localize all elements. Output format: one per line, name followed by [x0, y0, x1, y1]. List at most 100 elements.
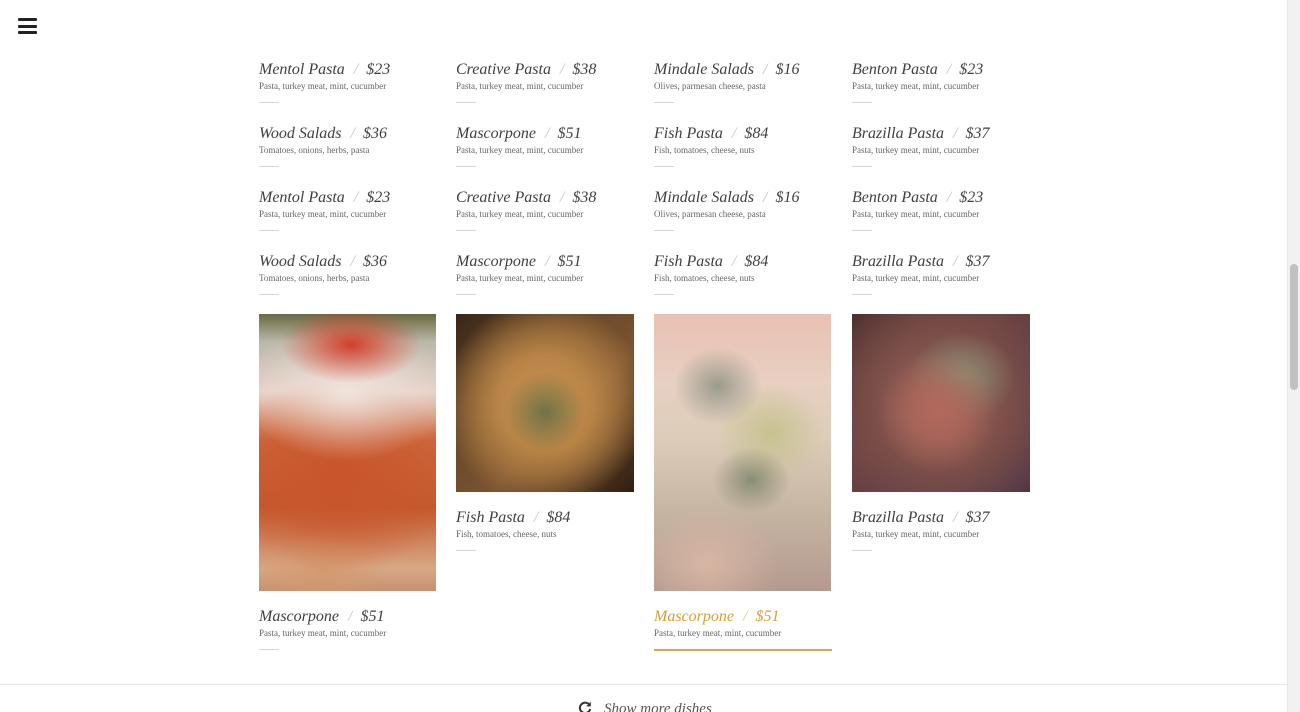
dish-photo[interactable] — [259, 314, 436, 591]
price-separator: / — [731, 253, 737, 270]
price-separator: / — [353, 189, 359, 206]
menu-item[interactable]: Benton Pasta / $23 Pasta, turkey meat, min… — [852, 61, 1030, 103]
scrollbar-thumb[interactable] — [1290, 264, 1298, 390]
menu-item[interactable]: Mindale Salads / $16 Olives, parmesan chee… — [654, 189, 832, 231]
dish-description: Pasta, turkey meat, mint, cucumber — [852, 529, 980, 539]
hamburger-menu-icon[interactable] — [18, 18, 37, 34]
dish-price: $23 — [959, 189, 984, 206]
dish-name: Brazilla Pasta — [852, 253, 945, 270]
dish-price: $38 — [572, 189, 597, 206]
dish-description: Olives, parmesan cheese, pasta — [654, 209, 766, 219]
price-separator: / — [763, 189, 768, 206]
scrollbar[interactable] — [1287, 0, 1300, 712]
price-separator: / — [946, 189, 952, 206]
menu-item[interactable]: Mindale Salads / $16 Olives, parmesan chee… — [654, 61, 832, 103]
price-separator: / — [347, 608, 353, 625]
menu-item[interactable]: Wood Salads / $36 Tomatoes, onions, herbs,… — [259, 125, 437, 167]
price-separator: / — [559, 61, 565, 78]
dish-name: Brazilla Pasta — [852, 509, 945, 526]
menu-item[interactable]: Brazilla Pasta / $37 Pasta, turkey meat, m… — [852, 253, 1030, 295]
dish-name: Creative Pasta — [456, 189, 551, 206]
menu-item[interactable]: Brazilla Pasta / $37 Pasta, turkey meat, m… — [852, 125, 1030, 167]
dish-description: Fish, tomatoes, cheese, nuts — [654, 145, 755, 155]
dish-description: Pasta, turkey meat, mint, cucumber — [852, 145, 980, 155]
dish-name: Mindale Salads — [654, 61, 754, 78]
menu-item[interactable]: Mentol Pasta / $23 Pasta, turkey meat, min… — [259, 61, 437, 103]
dish-price: $51 — [557, 125, 582, 142]
item-divider — [456, 166, 476, 167]
item-divider — [654, 230, 674, 231]
dish-price: $84 — [744, 125, 769, 142]
dish-name: Fish Pasta — [654, 125, 723, 142]
dish-price: $36 — [362, 125, 387, 142]
menu-item[interactable]: Fish Pasta / $84 Fish, tomatoes, cheese, n… — [456, 509, 634, 551]
dish-description: Pasta, turkey meat, mint, cucumber — [654, 628, 782, 638]
menu-item[interactable]: Mentol Pasta / $23 Pasta, turkey meat, min… — [259, 189, 437, 231]
dish-name: Mascorpone — [456, 125, 536, 142]
item-divider — [456, 550, 476, 551]
menu-item-active[interactable]: Mascorpone / $51 Pasta, turkey meat, mint,… — [654, 608, 832, 651]
dish-description: Fish, tomatoes, cheese, nuts — [456, 529, 557, 539]
dish-description: Pasta, turkey meat, mint, cucumber — [259, 209, 387, 219]
menu-item[interactable]: Mascorpone / $51 Pasta, turkey meat, mint,… — [259, 608, 437, 650]
price-separator: / — [742, 608, 748, 625]
dish-name: Wood Salads — [259, 253, 342, 270]
active-underline — [654, 649, 832, 651]
dish-price: $37 — [965, 125, 990, 142]
dish-name: Brazilla Pasta — [852, 125, 945, 142]
show-more-dishes-button[interactable]: Show more dishes — [578, 701, 712, 712]
dish-description: Pasta, turkey meat, mint, cucumber — [456, 273, 584, 283]
dish-price: $84 — [744, 253, 769, 270]
menu-item[interactable]: Benton Pasta / $23 Pasta, turkey meat, min… — [852, 189, 1030, 231]
item-divider — [852, 230, 872, 231]
menu-item[interactable]: Creative Pasta / $38 Pasta, turkey meat, m… — [456, 61, 634, 103]
dish-description: Tomatoes, onions, herbs, pasta — [259, 145, 370, 155]
dish-description: Pasta, turkey meat, mint, cucumber — [852, 273, 980, 283]
item-divider — [852, 294, 872, 295]
item-divider — [654, 294, 674, 295]
price-separator: / — [350, 125, 355, 142]
footer-divider — [0, 684, 1288, 685]
menu-item[interactable]: Creative Pasta / $38 Pasta, turkey meat, m… — [456, 189, 634, 231]
dish-price: $51 — [360, 608, 385, 625]
dish-description: Fish, tomatoes, cheese, nuts — [654, 273, 755, 283]
dish-name: Mentol Pasta — [259, 61, 345, 78]
price-separator: / — [763, 61, 768, 78]
dish-price: $16 — [775, 189, 800, 206]
dish-name: Fish Pasta — [654, 253, 723, 270]
item-divider — [259, 294, 279, 295]
menu-item[interactable]: Mascorpone / $51 Pasta, turkey meat, mint,… — [456, 253, 634, 295]
dish-description: Pasta, turkey meat, mint, cucumber — [456, 145, 584, 155]
item-divider — [654, 166, 674, 167]
dish-price: $51 — [755, 608, 780, 625]
price-separator: / — [353, 61, 359, 78]
dish-name: Benton Pasta — [852, 61, 938, 78]
menu-item[interactable]: Wood Salads / $36 Tomatoes, onions, herbs,… — [259, 253, 437, 295]
dish-price: $36 — [362, 253, 387, 270]
price-separator: / — [533, 509, 539, 526]
item-divider — [259, 166, 279, 167]
menu-item[interactable]: Fish Pasta / $84 Fish, tomatoes, cheese, n… — [654, 253, 832, 295]
dish-name: Wood Salads — [259, 125, 342, 142]
item-divider — [456, 294, 476, 295]
price-separator: / — [953, 253, 958, 270]
price-separator: / — [544, 253, 550, 270]
price-separator: / — [953, 125, 958, 142]
dish-description: Pasta, turkey meat, mint, cucumber — [259, 628, 387, 638]
dish-photo[interactable] — [852, 314, 1030, 492]
menu-item[interactable]: Fish Pasta / $84 Fish, tomatoes, cheese, n… — [654, 125, 832, 167]
dish-price: $23 — [959, 61, 984, 78]
price-separator: / — [544, 125, 550, 142]
menu-item[interactable]: Mascorpone / $51 Pasta, turkey meat, mint,… — [456, 125, 634, 167]
price-separator: / — [946, 61, 952, 78]
dish-description: Pasta, turkey meat, mint, cucumber — [456, 209, 584, 219]
item-divider — [852, 166, 872, 167]
price-separator: / — [559, 189, 565, 206]
refresh-icon — [578, 701, 592, 712]
dish-name: Mascorpone — [456, 253, 536, 270]
dish-photo[interactable] — [654, 314, 831, 591]
dish-price: $23 — [366, 61, 391, 78]
menu-item[interactable]: Brazilla Pasta / $37 Pasta, turkey meat, m… — [852, 509, 1030, 551]
dish-photo[interactable] — [456, 314, 634, 492]
item-divider — [852, 102, 872, 103]
